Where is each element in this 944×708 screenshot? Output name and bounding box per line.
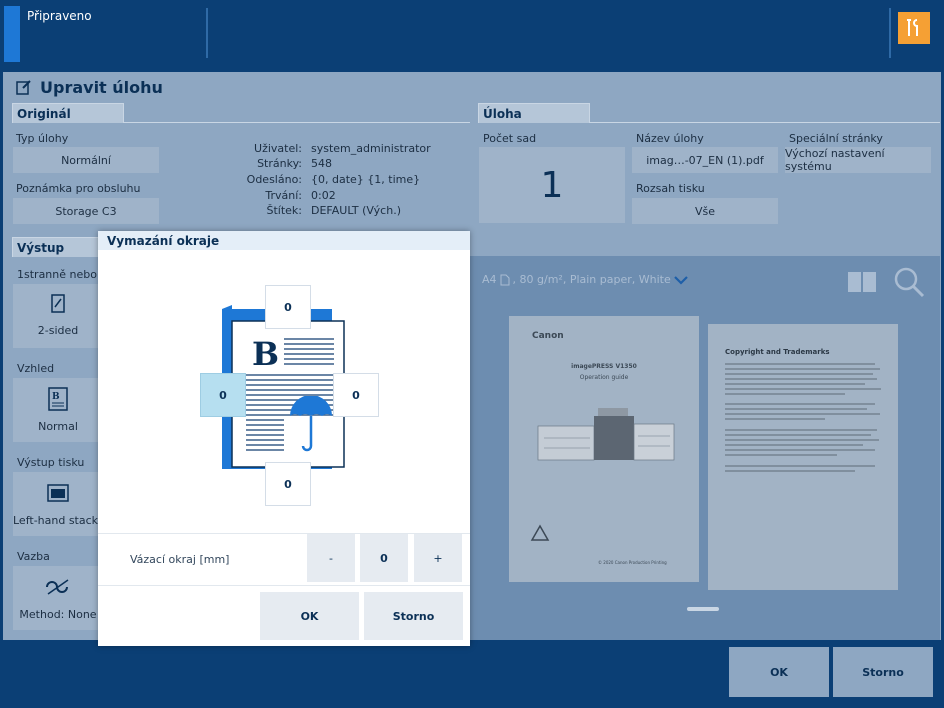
media-details: , 80 g/m², Plain paper, White bbox=[512, 273, 671, 286]
info-key-pages: Stránky: bbox=[257, 157, 302, 170]
info-key-user: Uživatel: bbox=[254, 142, 302, 155]
umbrella-icon bbox=[290, 396, 332, 452]
binding-margin-field[interactable]: 0 bbox=[360, 534, 408, 582]
svg-text:B: B bbox=[52, 392, 60, 402]
binding-label: Vazba bbox=[17, 550, 50, 563]
job-name-label: Název úlohy bbox=[636, 132, 704, 145]
top-margin-field[interactable]: 0 bbox=[265, 285, 311, 329]
layout-value: Normal bbox=[38, 420, 78, 433]
media-info[interactable]: A4 , 80 g/m², Plain paper, White bbox=[482, 273, 688, 286]
dialog-title: Vymazání okraje bbox=[98, 231, 470, 250]
print-output-value: Left-hand stacke bbox=[13, 514, 103, 527]
bottom-margin-field[interactable]: 0 bbox=[265, 462, 311, 506]
page1-brand: Canon bbox=[532, 331, 564, 341]
tab-output[interactable]: Výstup bbox=[12, 237, 102, 257]
page1-product: imagePRESS V1350 bbox=[571, 363, 637, 370]
binding-button[interactable]: Method: None bbox=[13, 566, 103, 630]
tab-original[interactable]: Originál bbox=[12, 103, 124, 123]
svg-text:B: B bbox=[252, 335, 279, 373]
dialog-ok-button[interactable]: OK bbox=[260, 592, 359, 640]
top-divider bbox=[889, 8, 891, 58]
sets-field[interactable]: 1 bbox=[479, 147, 625, 223]
info-value-sent: {0, date} {1, time} bbox=[311, 173, 421, 186]
two-sided-icon bbox=[13, 284, 103, 324]
sides-button[interactable]: 2-sided bbox=[13, 284, 103, 348]
info-value-pages: 548 bbox=[311, 157, 332, 170]
job-type-label: Typ úlohy bbox=[16, 132, 69, 145]
info-value-label: DEFAULT (Vých.) bbox=[311, 204, 401, 217]
erase-margins-dialog: Vymazání okraje B 0 0 0 0 Vázací okraj [… bbox=[98, 231, 470, 646]
decrease-button[interactable]: - bbox=[307, 534, 355, 582]
special-pages-label: Speciální stránky bbox=[789, 132, 883, 145]
dialog-cancel-button[interactable]: Storno bbox=[364, 592, 463, 640]
binding-value: Method: None bbox=[19, 608, 97, 621]
layout-normal-icon: B bbox=[13, 378, 103, 420]
info-key-duration: Trvání: bbox=[265, 189, 302, 202]
page-icon bbox=[500, 274, 510, 285]
increase-button[interactable]: + bbox=[414, 534, 462, 582]
wrench-screwdriver-icon bbox=[907, 19, 918, 36]
print-range-field[interactable]: Vše bbox=[632, 198, 778, 224]
no-binding-icon bbox=[13, 566, 103, 608]
printer-status: Připraveno bbox=[27, 9, 92, 23]
left-margin-field[interactable]: 0 bbox=[200, 373, 246, 417]
tab-job[interactable]: Úloha bbox=[478, 103, 590, 123]
info-key-label: Štítek: bbox=[266, 204, 302, 217]
cancel-button[interactable]: Storno bbox=[833, 647, 933, 697]
book-view-icon[interactable] bbox=[847, 271, 877, 293]
top-bar bbox=[0, 0, 944, 70]
binding-margin-label: Vázací okraj [mm] bbox=[130, 553, 230, 566]
scroll-indicator-icon[interactable] bbox=[686, 604, 720, 614]
sets-label: Počet sad bbox=[483, 132, 537, 145]
info-value-duration: 0:02 bbox=[311, 189, 336, 202]
chevron-down-icon[interactable] bbox=[673, 275, 688, 285]
media-size: A4 bbox=[482, 273, 497, 286]
prisma-logo-icon bbox=[530, 524, 550, 541]
tab-underline bbox=[590, 122, 940, 123]
page2-heading: Copyright and Trademarks bbox=[725, 348, 830, 356]
operator-note-label: Poznámka pro obsluhu bbox=[16, 182, 141, 195]
status-indicator bbox=[4, 6, 20, 62]
printer-illustration bbox=[537, 408, 675, 461]
edit-icon bbox=[16, 80, 31, 95]
output-tray-icon bbox=[13, 472, 103, 514]
print-range-label: Rozsah tisku bbox=[636, 182, 705, 195]
zoom-icon[interactable] bbox=[893, 266, 925, 298]
job-name-field[interactable]: imag…-07_EN (1).pdf bbox=[632, 147, 778, 173]
service-button[interactable] bbox=[898, 12, 930, 44]
page1-footer: © 2020 Canon Production Printing bbox=[598, 560, 667, 565]
print-output-button[interactable]: Left-hand stacke bbox=[13, 472, 103, 536]
top-divider bbox=[206, 8, 208, 58]
info-value-user: system_administrator bbox=[311, 142, 431, 155]
job-type-field[interactable]: Normální bbox=[13, 147, 159, 173]
page1-subtitle: Operation guide bbox=[579, 374, 629, 381]
layout-label: Vzhled bbox=[17, 362, 55, 375]
divider bbox=[98, 585, 470, 586]
right-margin-field[interactable]: 0 bbox=[333, 373, 379, 417]
sides-value: 2-sided bbox=[37, 324, 79, 337]
page2-text-lines bbox=[725, 363, 881, 472]
special-pages-field[interactable]: Výchozí nastavení systému bbox=[785, 147, 931, 173]
layout-button[interactable]: B Normal bbox=[13, 378, 103, 442]
tab-underline bbox=[124, 122, 470, 123]
ok-button[interactable]: OK bbox=[729, 647, 829, 697]
window-title: Upravit úlohu bbox=[40, 78, 163, 97]
print-output-label: Výstup tisku bbox=[17, 456, 85, 469]
operator-note-field[interactable]: Storage C3 bbox=[13, 198, 159, 224]
info-key-sent: Odesláno: bbox=[246, 173, 302, 186]
